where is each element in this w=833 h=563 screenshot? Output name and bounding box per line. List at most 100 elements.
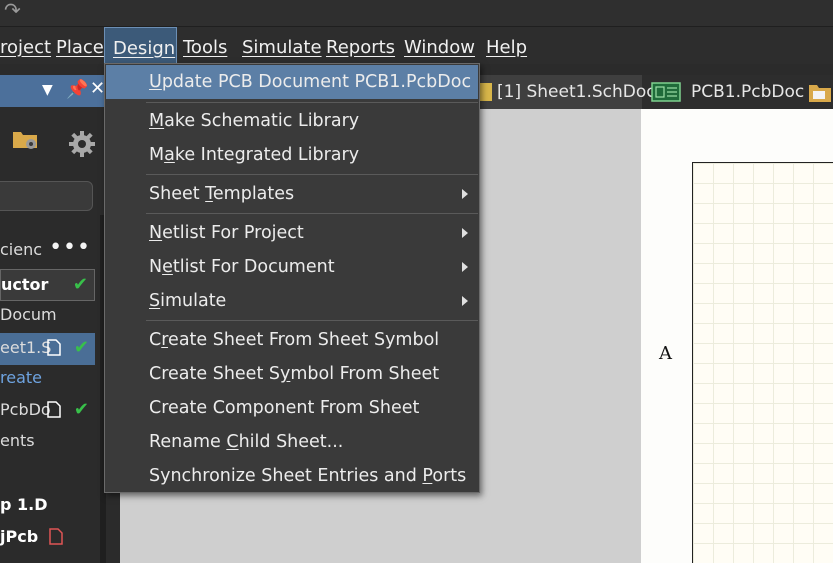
- tree-row-create[interactable]: reate: [0, 363, 95, 393]
- tree-row-label: eet1.S: [0, 338, 52, 357]
- label-part: hild Sheet...: [238, 432, 344, 452]
- label-part: M: [149, 145, 165, 165]
- check-icon: ✔: [73, 399, 89, 420]
- accelerator-key: N: [149, 223, 163, 243]
- check-icon: ✔: [73, 337, 89, 358]
- label-part: N: [149, 257, 163, 277]
- menu-item-make-integrated-library[interactable]: Make Integrated Library: [106, 138, 478, 172]
- label-part: imulate: [160, 291, 227, 311]
- label-part: pdate PCB Document PCB1.PcbDoc: [161, 72, 472, 92]
- label-part: emplates: [212, 184, 295, 204]
- projects-panel-header: ▼ 📌 ✕: [0, 75, 108, 107]
- tree-row-label: ents: [0, 431, 35, 450]
- accelerator-key: a: [164, 145, 175, 165]
- document-icon: [47, 339, 61, 356]
- more-icon[interactable]: •••: [49, 235, 91, 263]
- pcb-icon: [651, 82, 681, 102]
- check-icon: ✔: [72, 274, 88, 295]
- label-part: etlist For Project: [162, 223, 304, 243]
- tree-row-source-documents[interactable]: Docum: [0, 300, 95, 330]
- document-tabs: [1] Sheet1.SchDoc PCB1.PcbDoc: [480, 75, 833, 109]
- menu-separator: [146, 320, 478, 321]
- tab-label: PCB1.PcbDoc: [691, 82, 805, 102]
- project-tree: cienc ••• uctor ✔ Docum eet1.S ✔ reate P…: [0, 220, 100, 563]
- menu-help[interactable]: Help: [486, 27, 527, 64]
- panel-search-input[interactable]: [0, 181, 93, 211]
- menu-design[interactable]: Design: [104, 27, 177, 64]
- pin-icon[interactable]: 📌: [66, 79, 88, 100]
- schematic-icon: [480, 83, 492, 101]
- tree-row-project[interactable]: cienc •••: [0, 235, 95, 265]
- tab-project-folder[interactable]: [802, 75, 833, 109]
- menu-bar: roject Place Design Tools Simulate Repor…: [0, 27, 833, 64]
- folder-settings-icon[interactable]: [12, 128, 38, 150]
- label-part: Sheet: [149, 184, 206, 204]
- accelerator-key: C: [226, 432, 239, 452]
- tree-row-label: cienc: [0, 240, 43, 259]
- tree-row-pcbdoc[interactable]: PcbDo ✔: [0, 395, 95, 425]
- tree-row-project-2[interactable]: p 1.D: [0, 490, 95, 520]
- accelerator-key: P: [422, 466, 433, 486]
- menu-place[interactable]: Place: [56, 27, 104, 64]
- redo-icon[interactable]: ↷: [4, 0, 21, 20]
- menu-item-make-schematic-library[interactable]: Make Schematic Library: [106, 104, 478, 138]
- menu-reports[interactable]: Reports: [326, 27, 395, 64]
- tree-row-board[interactable]: uctor ✔: [0, 269, 95, 301]
- tab-sheet1-schdoc[interactable]: [1] Sheet1.SchDoc: [480, 75, 656, 109]
- tree-row-label: uctor: [1, 275, 49, 294]
- label-part: eate Sheet From Sheet Symbol: [168, 330, 440, 350]
- accelerator-key: S: [149, 291, 161, 311]
- menu-item-simulate[interactable]: Simulate: [106, 284, 478, 318]
- document-icon: [47, 401, 61, 418]
- tree-row-label: reate: [0, 368, 42, 387]
- tree-row-components[interactable]: ents: [0, 426, 95, 456]
- folder-icon: [809, 85, 831, 102]
- label-part: orts: [432, 466, 467, 486]
- menu-simulate[interactable]: Simulate: [242, 27, 322, 64]
- label-part: Create Sheet S: [149, 364, 280, 384]
- menu-item-rename-child-sheet[interactable]: Rename Child Sheet...: [106, 425, 478, 459]
- label-part: ke Integrated Library: [174, 145, 360, 165]
- submenu-arrow-icon: [462, 262, 468, 272]
- menu-item-update-pcb[interactable]: Update PCB Document PCB1.PcbDoc: [106, 65, 478, 99]
- menu-item-create-sheet-from-symbol[interactable]: Create Sheet From Sheet Symbol: [106, 323, 478, 357]
- document-icon: [49, 528, 63, 545]
- tab-label: [1] Sheet1.SchDoc: [497, 82, 656, 102]
- menu-separator: [146, 174, 478, 175]
- close-icon[interactable]: ✕: [90, 78, 105, 99]
- accelerator-key: T: [205, 184, 213, 204]
- submenu-arrow-icon: [462, 189, 468, 199]
- menu-item-synchronize-sheet-entries[interactable]: Synchronize Sheet Entries and Ports: [106, 459, 478, 493]
- menu-item-sheet-templates[interactable]: Sheet Templates: [106, 177, 478, 211]
- menu-project[interactable]: roject: [0, 27, 51, 64]
- menu-item-create-component-from-sheet[interactable]: Create Component From Sheet: [106, 391, 478, 425]
- accelerator-key: y: [279, 364, 291, 384]
- gear-icon[interactable]: [68, 130, 96, 158]
- menu-tools[interactable]: Tools: [183, 27, 227, 64]
- label-part: mbol From Sheet: [290, 364, 440, 384]
- label-part: Synchronize Sheet Entries and: [149, 466, 423, 486]
- sheet-zone-letter: A: [659, 343, 672, 364]
- title-bar: ↷: [0, 0, 833, 27]
- label-part: ake Schematic Library: [164, 111, 360, 131]
- schematic-grid[interactable]: [692, 162, 833, 563]
- label-part: Create Component From Sheet: [149, 398, 420, 418]
- accelerator-key: e: [162, 257, 173, 277]
- menu-window[interactable]: Window: [404, 27, 475, 64]
- tree-row-label: PcbDo: [0, 400, 51, 419]
- menu-item-netlist-for-document[interactable]: Netlist For Document: [106, 250, 478, 284]
- accelerator-key: U: [149, 72, 162, 92]
- menu-separator: [146, 102, 478, 103]
- tree-row-label: Docum: [0, 305, 57, 324]
- menu-item-netlist-for-project[interactable]: Netlist For Project: [106, 216, 478, 250]
- label-part: tlist For Document: [172, 257, 335, 277]
- label-part: Rename: [149, 432, 227, 452]
- label-part: C: [149, 330, 162, 350]
- dropdown-arrow-icon[interactable]: ▼: [42, 82, 53, 98]
- tree-row-label: jPcb: [0, 527, 39, 546]
- tree-row-prjpcb[interactable]: jPcb: [0, 522, 95, 552]
- menu-item-create-symbol-from-sheet[interactable]: Create Sheet Symbol From Sheet: [106, 357, 478, 391]
- tab-pcb1-pcbdoc[interactable]: PCB1.PcbDoc: [648, 75, 804, 109]
- tree-row-sheet1[interactable]: eet1.S ✔: [0, 333, 95, 365]
- tree-row-label: p 1.D: [0, 495, 48, 514]
